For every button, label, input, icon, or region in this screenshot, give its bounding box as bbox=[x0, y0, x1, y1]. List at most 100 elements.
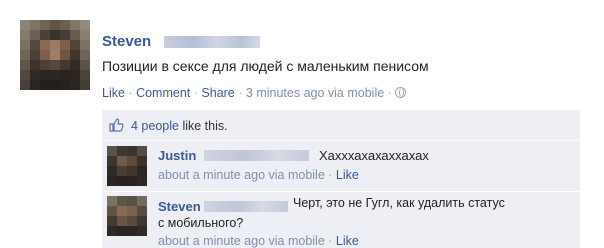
comment-author-avatar[interactable] bbox=[107, 196, 147, 236]
avatar-pixel bbox=[30, 50, 40, 60]
likes-bar: 4 people like this. bbox=[102, 110, 580, 140]
avatar-pixel bbox=[20, 20, 30, 30]
likers-link[interactable]: 4 people bbox=[131, 119, 179, 133]
avatar-pixel bbox=[80, 70, 90, 80]
avatar-pixel bbox=[127, 146, 137, 156]
avatar-pixel bbox=[80, 60, 90, 70]
avatar-pixel bbox=[137, 196, 147, 206]
avatar-pixel bbox=[40, 70, 50, 80]
avatar-pixel bbox=[70, 50, 80, 60]
avatar-pixel bbox=[117, 206, 127, 216]
avatar-pixel bbox=[137, 166, 147, 176]
avatar-pixel bbox=[50, 30, 60, 40]
avatar-pixel bbox=[30, 20, 40, 30]
avatar-pixel bbox=[127, 206, 137, 216]
avatar-pixel bbox=[50, 80, 60, 90]
avatar-pixel bbox=[30, 80, 40, 90]
privacy-globe-icon[interactable] bbox=[395, 87, 407, 98]
avatar-pixel bbox=[20, 60, 30, 70]
comment-text: Хахххахахаххахах bbox=[319, 148, 429, 163]
avatar-pixel bbox=[80, 50, 90, 60]
comment-like-link[interactable]: Like bbox=[336, 168, 359, 182]
avatar-pixel bbox=[117, 156, 127, 166]
avatar-pixel bbox=[80, 30, 90, 40]
separator: · bbox=[193, 86, 198, 100]
avatar-pixel bbox=[50, 50, 60, 60]
avatar-pixel bbox=[80, 20, 90, 30]
comment-item: Steven Черт, это не Гугл, как удалить ст… bbox=[102, 192, 580, 248]
avatar-pixel bbox=[60, 60, 70, 70]
avatar-pixel bbox=[127, 216, 137, 226]
avatar-pixel bbox=[30, 30, 40, 40]
avatar-pixel bbox=[107, 196, 117, 206]
comment-timestamp[interactable]: about a minute ago via mobile bbox=[158, 234, 325, 248]
comment-like-link[interactable]: Like bbox=[336, 234, 359, 248]
avatar-pixel bbox=[50, 70, 60, 80]
avatar-pixel bbox=[20, 70, 30, 80]
avatar-pixel bbox=[127, 176, 137, 186]
avatar-pixel bbox=[20, 40, 30, 50]
avatar-pixel bbox=[70, 30, 80, 40]
comment-item: Justin Хахххахахаххахах about a minute a… bbox=[102, 141, 580, 191]
avatar-pixel bbox=[50, 20, 60, 30]
avatar-pixel bbox=[60, 20, 70, 30]
avatar-pixel bbox=[70, 70, 80, 80]
avatar-pixel bbox=[127, 226, 137, 236]
avatar-pixel bbox=[137, 216, 147, 226]
avatar-pixel bbox=[60, 50, 70, 60]
avatar-pixel bbox=[60, 30, 70, 40]
post-author-avatar[interactable] bbox=[20, 20, 90, 90]
post-timestamp[interactable]: 3 minutes ago via mobile bbox=[246, 86, 384, 100]
avatar-pixel bbox=[30, 70, 40, 80]
avatar-pixel bbox=[30, 60, 40, 70]
comment-author-avatar[interactable] bbox=[107, 146, 147, 186]
avatar-pixel bbox=[80, 40, 90, 50]
comment-text-line-1: Черт, это не Гугл, как удалить статус bbox=[293, 196, 505, 210]
likes-suffix: like this. bbox=[182, 119, 228, 133]
avatar-pixel bbox=[40, 80, 50, 90]
avatar-pixel bbox=[20, 30, 30, 40]
avatar-pixel bbox=[137, 156, 147, 166]
avatar-pixel bbox=[107, 206, 117, 216]
avatar-pixel bbox=[70, 80, 80, 90]
avatar-pixel bbox=[107, 156, 117, 166]
separator: · bbox=[238, 86, 243, 100]
avatar-pixel bbox=[107, 176, 117, 186]
comment-timestamp[interactable]: about a minute ago via mobile bbox=[158, 168, 325, 182]
avatar-pixel bbox=[40, 30, 50, 40]
avatar-pixel bbox=[60, 40, 70, 50]
post-actions: Like · Comment · Share · 3 minutes ago v… bbox=[102, 86, 407, 100]
thumbs-up-icon bbox=[109, 118, 124, 132]
avatar-pixel bbox=[60, 70, 70, 80]
comment-text-line-2: с мобильного? bbox=[158, 216, 244, 230]
avatar-pixel bbox=[50, 60, 60, 70]
avatar-pixel bbox=[40, 20, 50, 30]
post-text: Позиции в сексе для людей с маленьким пе… bbox=[102, 58, 429, 74]
separator: · bbox=[387, 86, 392, 100]
avatar-pixel bbox=[117, 146, 127, 156]
post-author-name[interactable]: Steven bbox=[102, 33, 151, 50]
comment-link[interactable]: Comment bbox=[136, 86, 190, 100]
avatar-pixel bbox=[117, 226, 127, 236]
redacted-surname bbox=[204, 150, 309, 161]
avatar-pixel bbox=[127, 196, 137, 206]
avatar-pixel bbox=[127, 156, 137, 166]
comment-author-name[interactable]: Steven bbox=[158, 199, 201, 214]
share-link[interactable]: Share bbox=[201, 86, 234, 100]
avatar-pixel bbox=[70, 40, 80, 50]
avatar-pixel bbox=[117, 196, 127, 206]
avatar-pixel bbox=[30, 40, 40, 50]
like-link[interactable]: Like bbox=[102, 86, 125, 100]
avatar-pixel bbox=[40, 50, 50, 60]
avatar-pixel bbox=[137, 176, 147, 186]
separator: · bbox=[328, 234, 333, 248]
avatar-pixel bbox=[20, 50, 30, 60]
avatar-pixel bbox=[137, 146, 147, 156]
separator: · bbox=[328, 168, 333, 182]
avatar-pixel bbox=[40, 40, 50, 50]
redacted-surname bbox=[164, 36, 260, 48]
avatar-pixel bbox=[117, 176, 127, 186]
comment-author-name[interactable]: Justin bbox=[158, 148, 196, 163]
avatar-pixel bbox=[60, 80, 70, 90]
avatar-pixel bbox=[117, 216, 127, 226]
